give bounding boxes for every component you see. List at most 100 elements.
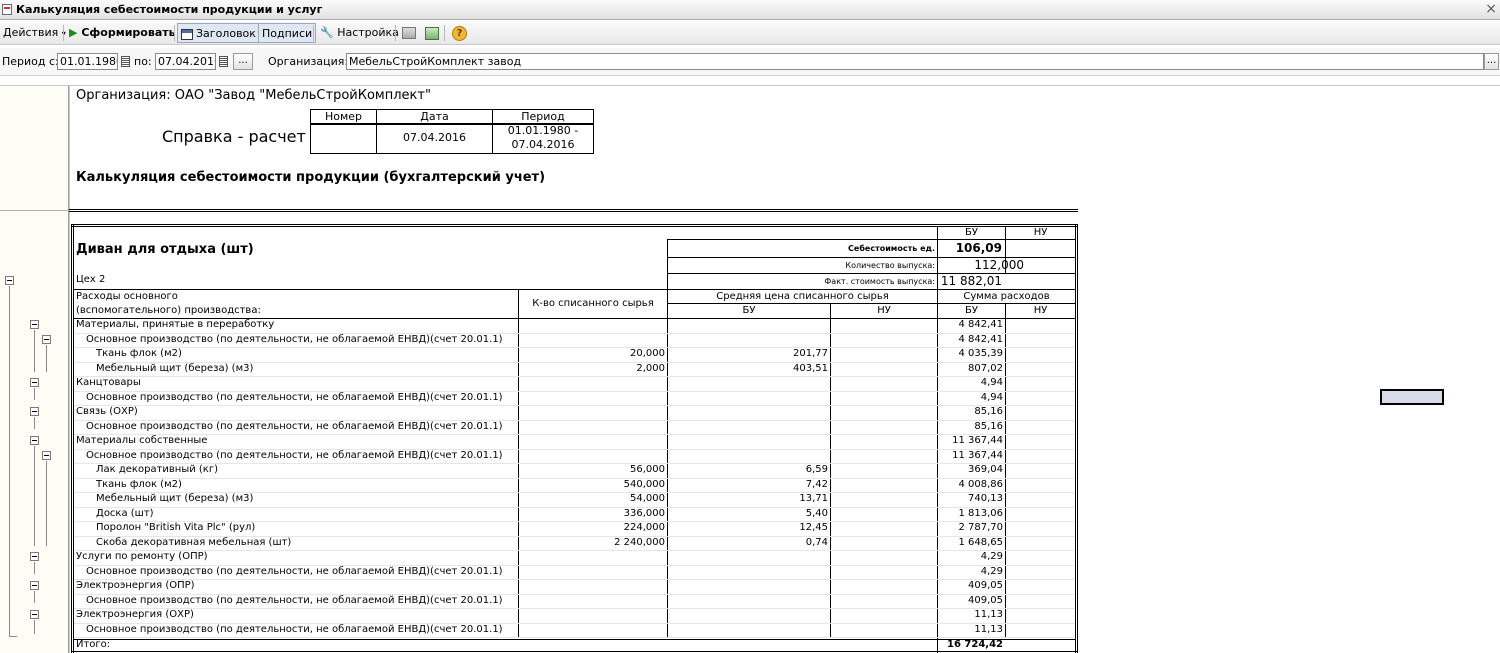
row-sum-bu: 11 367,44 [952,450,1003,461]
grouping-gutter [0,86,69,653]
row-sum-bu: 1 648,65 [958,537,1003,548]
title-bar: Калькуляция себестоимости продукции и ус… [0,0,1500,20]
collapse-icon[interactable] [30,320,39,329]
price-bu-header: БУ [742,305,756,316]
row-sum-bu: 85,16 [974,406,1003,417]
output-qty-label: Количество выпуска: [845,261,935,270]
header-toggle-button[interactable]: Заголовок [177,23,260,43]
row-name: Основное производство (по деятельности, … [86,624,503,635]
qty-header: К-во списанного сырья [532,298,654,309]
document-title: Справка - расчет [162,127,306,146]
row-sum-bu: 4 035,39 [958,348,1003,359]
total-label: Итого: [76,639,111,650]
row-sum-bu: 4,29 [980,551,1003,562]
avg-price-header: Средняя цена списанного сырья [716,291,889,302]
help-button[interactable]: ? [449,23,470,43]
actions-menu[interactable]: Действия ▾ [0,23,69,43]
col-bu-header: БУ [965,227,978,238]
row-price-bu: 7,42 [805,479,828,490]
row-name: Электроэнергия (ОХР) [76,609,194,620]
collapse-icon[interactable] [30,407,39,416]
report-heading: Калькуляция себестоимости продукции (бух… [76,170,546,185]
organization-field[interactable]: МебельСтройКомплект завод [346,53,1484,70]
row-name: Услуги по ремонту (ОПР) [76,551,208,562]
row-name: Скоба декоративная мебельная (шт) [96,537,292,548]
price-nu-header: НУ [877,305,891,316]
toolbar-separator [444,25,445,41]
wrench-icon: 🔧 [320,26,334,39]
row-price-bu: 403,51 [793,363,828,374]
generate-button[interactable]: ▶ Сформировать [66,23,179,43]
collapse-icon[interactable] [5,276,14,285]
row-price-bu: 5,40 [805,508,828,519]
row-qty: 224,000 [623,522,665,533]
window-title: Калькуляция себестоимости продукции и ус… [16,3,323,16]
workshop-name: Цех 2 [76,274,106,285]
output-qty-value: 112,000 [974,258,1024,272]
doc-date-header: Дата [420,110,449,123]
print-preview-button[interactable] [399,23,419,43]
row-name: Материалы собственные [76,435,208,446]
play-icon: ▶ [69,26,78,39]
product-name: Диван для отдыха (шт) [76,242,254,257]
row-price-bu: 13,71 [799,493,828,504]
settings-label: Настройка [337,26,399,39]
row-name: Материалы, принятые в переработку [76,319,275,330]
toolbar-separator [395,25,396,41]
row-name: Ткань флок (м2) [96,479,182,490]
organization-select-button[interactable]: ... [1484,53,1499,70]
period-to-label: по: [134,55,152,68]
selected-cell[interactable] [1380,389,1444,405]
row-sum-bu: 4,94 [980,392,1003,403]
row-qty: 2,000 [636,363,665,374]
row-qty: 56,000 [630,464,665,475]
toolbar-separator [313,25,314,41]
doc-period-end: 07.04.2016 [511,138,575,151]
row-name: Основное производство (по деятельности, … [86,450,503,461]
collapse-icon[interactable] [30,552,39,561]
row-name: Основное производство (по деятельности, … [86,566,503,577]
calendar-icon[interactable] [121,56,130,67]
row-sum-bu: 740,13 [968,493,1003,504]
row-name: Основное производство (по деятельности, … [86,595,503,606]
row-price-bu: 6,59 [805,464,828,475]
collapse-icon[interactable] [30,436,39,445]
collapse-icon[interactable] [30,378,39,387]
row-qty: 2 240,000 [614,537,665,548]
doc-period-start: 01.01.1980 - [507,124,579,137]
report-window: Калькуляция себестоимости продукции и ус… [0,0,1500,653]
header-icon [181,28,193,40]
row-sum-bu: 11,13 [974,609,1003,620]
collapse-icon[interactable] [30,610,39,619]
collapse-icon[interactable] [30,581,39,590]
period-from-label: Период с: [2,55,59,68]
row-sum-bu: 4 008,86 [958,479,1003,490]
calendar-icon[interactable] [219,56,228,67]
row-name: Связь (ОХР) [76,406,138,417]
fact-cost-label: Факт. стоимость выпуска: [824,277,935,286]
row-sum-bu: 85,16 [974,421,1003,432]
document-icon [2,4,12,15]
period-to-field[interactable]: 07.04.2016 [155,53,216,70]
header-label: Заголовок [196,27,256,40]
row-sum-bu: 2 787,70 [958,522,1003,533]
row-sum-bu: 4 842,41 [958,319,1003,330]
period-select-button[interactable]: ... [233,53,253,70]
signatures-toggle-button[interactable]: Подписи [258,23,317,43]
row-price-bu: 201,77 [793,348,828,359]
organization-line: Организация: ОАО "Завод "МебельСтройКомп… [76,88,431,103]
row-price-bu: 12,45 [799,522,828,533]
row-sum-bu: 409,05 [968,595,1003,606]
save-button[interactable] [422,23,442,43]
close-icon[interactable]: × [1485,1,1497,17]
row-price-bu: 0,74 [805,537,828,548]
save-icon [425,26,439,40]
period-from-field[interactable]: 01.01.1980 [57,53,118,70]
signatures-label: Подписи [262,27,313,40]
collapse-icon[interactable] [42,335,51,344]
settings-button[interactable]: 🔧 Настройка [317,23,402,43]
row-qty: 20,000 [630,348,665,359]
collapse-icon[interactable] [42,451,51,460]
total-sum: 16 724,42 [947,639,1003,650]
row-qty: 54,000 [630,493,665,504]
